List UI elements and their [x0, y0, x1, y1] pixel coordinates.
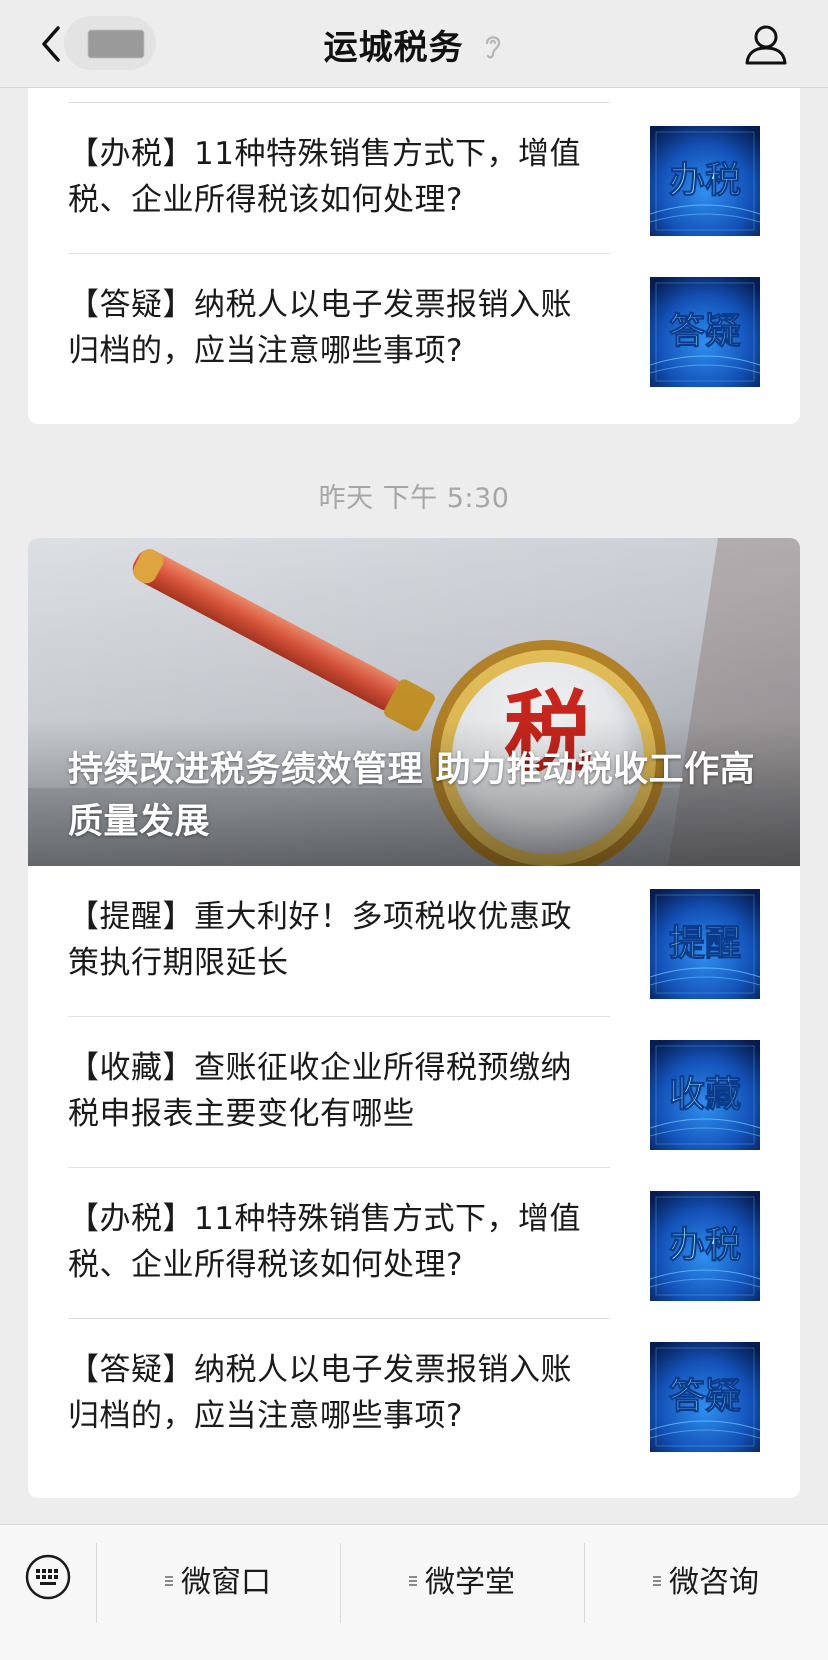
article-title: 【办税】11种特殊销售方式下，增值税、企业所得税该如何处理?: [68, 136, 581, 218]
article-title: 【提醒】重大利好！多项税收优惠政策执行期限延长: [68, 899, 572, 981]
article-item[interactable]: 【答疑】纳税人以电子发票报销入账归档的，应当注意哪些事项? 答疑: [28, 1319, 800, 1498]
menu-item-label: 微学堂: [425, 1565, 515, 1600]
menu-lines-icon: [165, 1574, 175, 1588]
page-title-text: 运城税务: [323, 28, 464, 68]
article-card-previous: 【办税】11种特殊销售方式下，增值税、企业所得税该如何处理? 办税 【答疑】纳税…: [28, 60, 800, 424]
thumb-label: 提醒: [669, 923, 741, 964]
article-title: 【收藏】查账征收企业所得税预缴纳税申报表主要变化有哪些: [68, 1050, 572, 1132]
article-thumbnail: 答疑: [650, 1342, 760, 1452]
thumb-label: 答疑: [669, 311, 741, 352]
article-item[interactable]: 【答疑】纳税人以电子发票报销入账归档的，应当注意哪些事项? 答疑: [28, 254, 800, 424]
menu-item-label: 微窗口: [181, 1565, 271, 1600]
menu-item-wei-xuetang[interactable]: 微学堂: [340, 1543, 584, 1623]
menu-lines-icon: [409, 1574, 419, 1588]
top-nav-bar: 运城税务: [0, 0, 828, 88]
profile-button[interactable]: [744, 22, 788, 66]
keyboard-toggle-button[interactable]: [24, 1553, 72, 1601]
bottom-menu-bar: 微窗口 微学堂 微咨询: [0, 1524, 828, 1660]
article-item[interactable]: 【办税】11种特殊销售方式下，增值税、企业所得税该如何处理? 办税: [28, 103, 800, 254]
article-item[interactable]: 【提醒】重大利好！多项税收优惠政策执行期限延长 提醒: [28, 866, 800, 1017]
article-title: 【办税】11种特殊销售方式下，增值税、企业所得税该如何处理?: [68, 1201, 581, 1283]
article-thumbnail: 提醒: [650, 889, 760, 999]
thumb-label: 办税: [669, 1225, 741, 1266]
menu-lines-icon: [653, 1574, 663, 1588]
menu-item-wei-zixun[interactable]: 微咨询: [584, 1543, 828, 1623]
hero-title: 持续改进税务绩效管理 助力推动税收工作高质量发展: [68, 750, 756, 842]
thumb-label: 答疑: [669, 1376, 741, 1417]
article-item[interactable]: 【收藏】查账征收企业所得税预缴纳税申报表主要变化有哪些 收藏: [28, 1017, 800, 1168]
keyboard-icon: [25, 1554, 71, 1600]
article-item[interactable]: 【办税】11种特殊销售方式下，增值税、企业所得税该如何处理? 办税: [28, 1168, 800, 1319]
ear-icon[interactable]: [482, 30, 504, 70]
menu-item-label: 微咨询: [669, 1565, 759, 1600]
article-title: 【答疑】纳税人以电子发票报销入账归档的，应当注意哪些事项?: [68, 287, 572, 369]
thumb-label: 办税: [669, 160, 741, 201]
user-icon: [745, 25, 787, 65]
article-thumbnail: 收藏: [650, 1040, 760, 1150]
menu-item-wei-chuangkou[interactable]: 微窗口: [96, 1543, 340, 1623]
article-thumbnail: 办税: [650, 126, 760, 236]
article-title: 【答疑】纳税人以电子发票报销入账归档的，应当注意哪些事项?: [68, 1352, 572, 1434]
article-card-latest: 税 持续改进税务绩效管理 助力推动税收工作高质量发展 【提醒】重大利好！多项税收…: [28, 538, 800, 1498]
page-title: 运城税务: [0, 20, 828, 70]
hero-article[interactable]: 税 持续改进税务绩效管理 助力推动税收工作高质量发展: [28, 538, 800, 866]
article-thumbnail: 答疑: [650, 277, 760, 387]
message-timestamp: 昨天 下午 5:30: [318, 483, 510, 514]
article-thumbnail: 办税: [650, 1191, 760, 1301]
thumb-label: 收藏: [669, 1074, 741, 1115]
